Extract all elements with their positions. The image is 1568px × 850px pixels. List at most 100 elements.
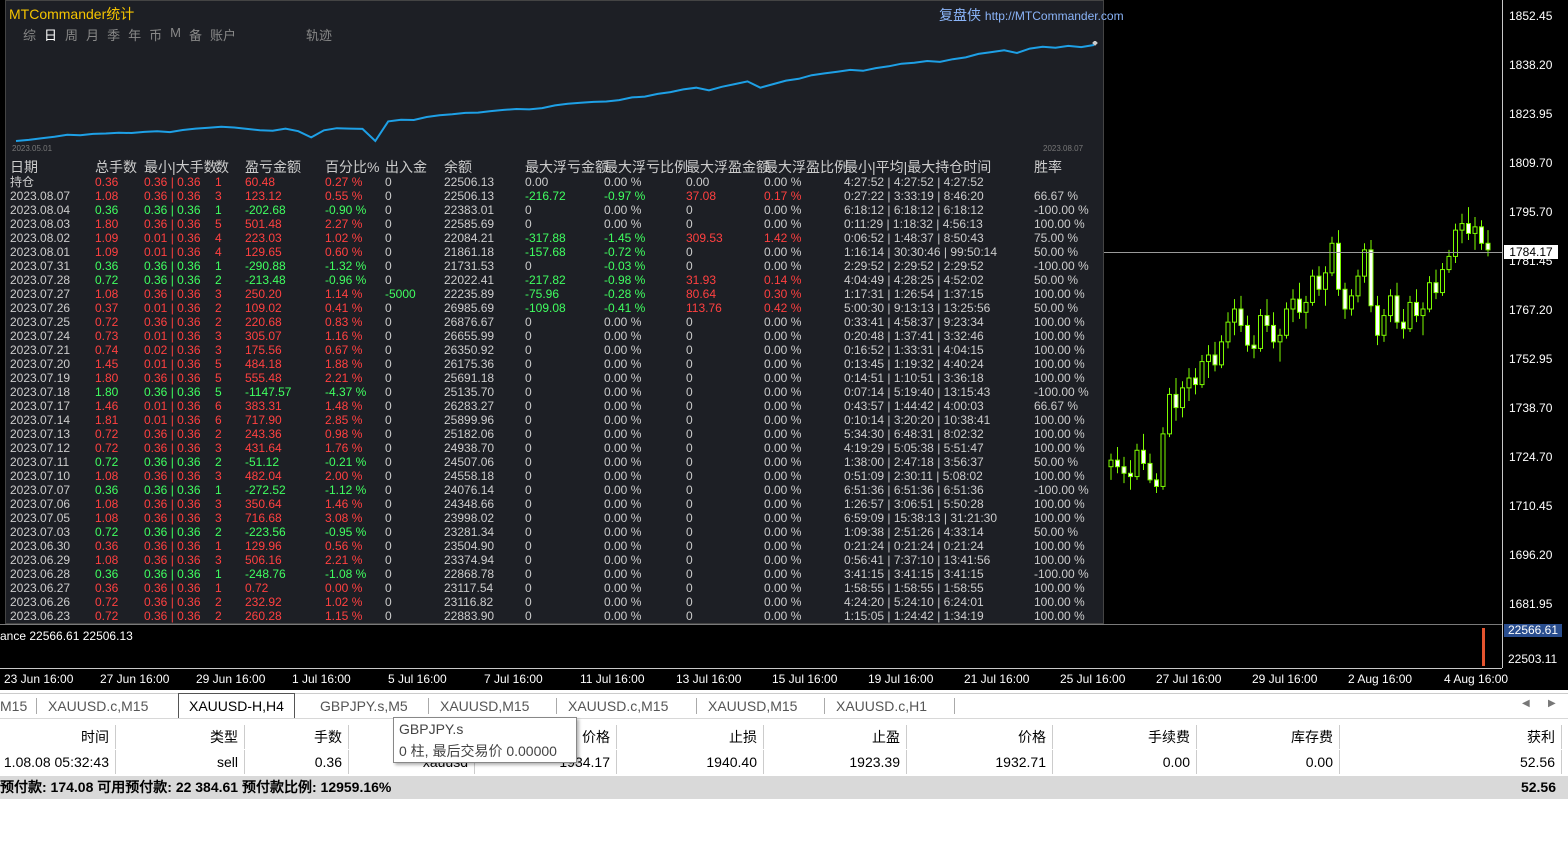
stats-row: 2023.08.07 1.08 0.36 | 0.36 3 123.12 0.55 % 0 2… <box>10 189 1100 203</box>
stats-cell-date: 2023.07.06 <box>10 497 71 511</box>
stats-cell-io: 0 <box>385 581 392 595</box>
stats-cell-mfl: 0 <box>525 609 532 623</box>
trade-header-cell[interactable]: 手数 <box>245 725 349 749</box>
symbol-tab[interactable]: XAUUSD-H,H4 <box>178 693 295 718</box>
stats-cell-io: 0 <box>385 483 392 497</box>
stats-cell-date: 2023.07.07 <box>10 483 71 497</box>
subwindow-balance-bar <box>1482 628 1485 666</box>
tab-scroll-right-icon[interactable]: ▶ <box>1548 698 1556 709</box>
stats-cell-date: 2023.07.20 <box>10 357 71 371</box>
stats-cell-bal: 21861.18 <box>444 245 495 259</box>
stats-cell-win: -100.00 % <box>1034 385 1089 399</box>
stats-cell-mfpp: 0.00 % <box>764 371 802 385</box>
tooltip-info: 0 柱, 最后交易价 0.00000 <box>399 743 557 759</box>
trade-header-cell[interactable]: 获利 <box>1340 725 1562 749</box>
stats-cell-mfl: 0 <box>525 553 532 567</box>
stats-header-cell: 最大浮盈金额 <box>686 159 770 175</box>
stats-cell-win: 100.00 % <box>1034 217 1085 231</box>
stats-cell-pct: 1.14 % <box>325 287 363 301</box>
stats-cell-pl: 250.20 <box>245 287 282 301</box>
trade-header-cell[interactable]: 库存费 <box>1197 725 1340 749</box>
stats-cell-pct: -0.21 % <box>325 455 367 469</box>
stats-header-cell: 总手数 <box>95 159 137 175</box>
symbol-tab[interactable]: GBPJPY.s,M5 <box>310 694 418 718</box>
stats-cell-minmax: 0.36 | 0.36 <box>144 287 201 301</box>
panel-brand[interactable]: 复盘侠 http://MTCommander.com <box>939 5 1124 25</box>
stats-cell-pct: 0.00 % <box>325 581 363 595</box>
stats-cell-pct: -1.12 % <box>325 483 367 497</box>
symbol-tab[interactable]: XAUUSD,M15 <box>698 694 807 718</box>
time-axis-label: 2 Aug 16:00 <box>1348 672 1413 686</box>
brand-url[interactable]: http://MTCommander.com <box>985 9 1124 23</box>
stats-cell-mfpp: 0.30 % <box>764 287 802 301</box>
candle-body <box>1459 223 1465 231</box>
symbol-tab[interactable]: XAUUSD.c,M15 <box>38 694 158 718</box>
stats-cell-mfp: 309.53 <box>686 231 723 245</box>
subwindow-divider[interactable] <box>0 624 1502 625</box>
stats-cell-pl: 383.31 <box>245 399 282 413</box>
stats-cell-win: 66.67 % <box>1034 399 1079 413</box>
stats-cell-win: 100.00 % <box>1034 315 1085 329</box>
price-axis[interactable]: 1852.45 1838.20 1823.95 1809.70 1795.70 1781.… <box>1502 0 1568 668</box>
trade-table-row[interactable]: 1.08.08 05:32:43sell0.36xauusd1934.17194… <box>0 750 1568 774</box>
stats-cell-io: 0 <box>385 231 392 245</box>
stats-cell-bal: 24348.66 <box>444 497 495 511</box>
stats-cell-n: 1 <box>215 483 222 497</box>
stats-cell-mfl: 0 <box>525 371 532 385</box>
candle-body <box>1297 298 1302 313</box>
stats-cell-date: 2023.07.19 <box>10 371 71 385</box>
candle-body <box>1206 354 1211 363</box>
stats-header-cell: 余额 <box>444 159 472 175</box>
stats-cell-n: 1 <box>215 567 222 581</box>
stats-cell-date: 2023.07.13 <box>10 427 71 441</box>
stats-cell-date: 2023.08.07 <box>10 189 71 203</box>
stats-header-cell: 最小|大手数 <box>144 159 218 175</box>
candle-body <box>1472 226 1478 234</box>
candle-body <box>1238 308 1244 326</box>
stats-cell-hold: 1:38:00 | 2:47:18 | 3:56:37 <box>844 455 984 469</box>
stats-cell-mfpp: 0.14 % <box>764 273 802 287</box>
stats-cell-mfp: 0 <box>686 483 693 497</box>
price-chart[interactable]: 1852.45 1838.20 1823.95 1809.70 1795.70 1781.… <box>0 0 1568 690</box>
stats-cell-minmax: 0.36 | 0.36 <box>144 609 201 623</box>
stats-cell-date: 2023.07.24 <box>10 329 71 343</box>
stats-cell-bal: 23117.54 <box>444 581 494 595</box>
candle-body <box>1245 324 1250 346</box>
stats-cell-pct: 1.02 % <box>325 231 363 245</box>
stats-cell-mflp: -1.45 % <box>604 231 646 245</box>
stats-cell-minmax: 0.36 | 0.36 <box>144 189 201 203</box>
stats-cell-hold: 1:16:14 | 30:30:46 | 99:50:14 <box>844 245 998 259</box>
stats-cell-io: 0 <box>385 371 392 385</box>
stats-cell-pl: -248.76 <box>245 567 286 581</box>
symbol-tab[interactable]: XAUUSD.c,H1 <box>826 694 937 718</box>
trade-header-cell[interactable]: 类型 <box>116 725 245 749</box>
time-axis-label: 23 Jun 16:00 <box>4 672 74 686</box>
stats-cell-win: 75.00 % <box>1034 231 1079 245</box>
stats-cell-mfpp: 0.00 % <box>764 203 802 217</box>
stats-cell-mfp: 0 <box>686 315 693 329</box>
trade-header-cell[interactable]: 手续费 <box>1053 725 1197 749</box>
stats-cell-minmax: 0.36 | 0.36 <box>144 595 201 609</box>
stats-cell-date: 2023.07.12 <box>10 441 71 455</box>
stats-cell-mfl: 0 <box>525 441 532 455</box>
stats-cell-mfpp: 0.00 % <box>764 553 802 567</box>
trade-header-cell[interactable]: 价格 <box>907 725 1053 749</box>
stats-cell-hold: 4:27:52 | 4:27:52 | 4:27:52 <box>844 175 984 189</box>
stats-header-cell: 胜率 <box>1034 159 1062 175</box>
stats-cell-win: 100.00 % <box>1034 511 1085 525</box>
stats-cell-io: 0 <box>385 469 392 483</box>
tab-scroll-left-icon[interactable]: ◀ <box>1522 698 1530 709</box>
stats-cell-pl: 123.12 <box>245 189 282 203</box>
candle-body <box>1401 321 1406 330</box>
symbol-tab[interactable]: XAUUSD.c,M15 <box>558 694 678 718</box>
trade-header-cell[interactable]: 时间 <box>0 725 116 749</box>
candle-body <box>1388 295 1393 317</box>
stats-cell-mfl: 0.00 <box>525 175 549 189</box>
tab-separator <box>696 698 697 714</box>
symbol-tab[interactable]: M15 <box>0 694 37 718</box>
trade-header-cell[interactable]: 止盈 <box>764 725 907 749</box>
candle-body <box>1394 295 1400 323</box>
symbol-tab[interactable]: XAUUSD,M15 <box>430 694 539 718</box>
trade-header-cell[interactable]: 止损 <box>617 725 764 749</box>
time-axis[interactable]: 23 Jun 16:00 27 Jun 16:00 29 Jun 16:00 1 Ju… <box>0 668 1508 690</box>
